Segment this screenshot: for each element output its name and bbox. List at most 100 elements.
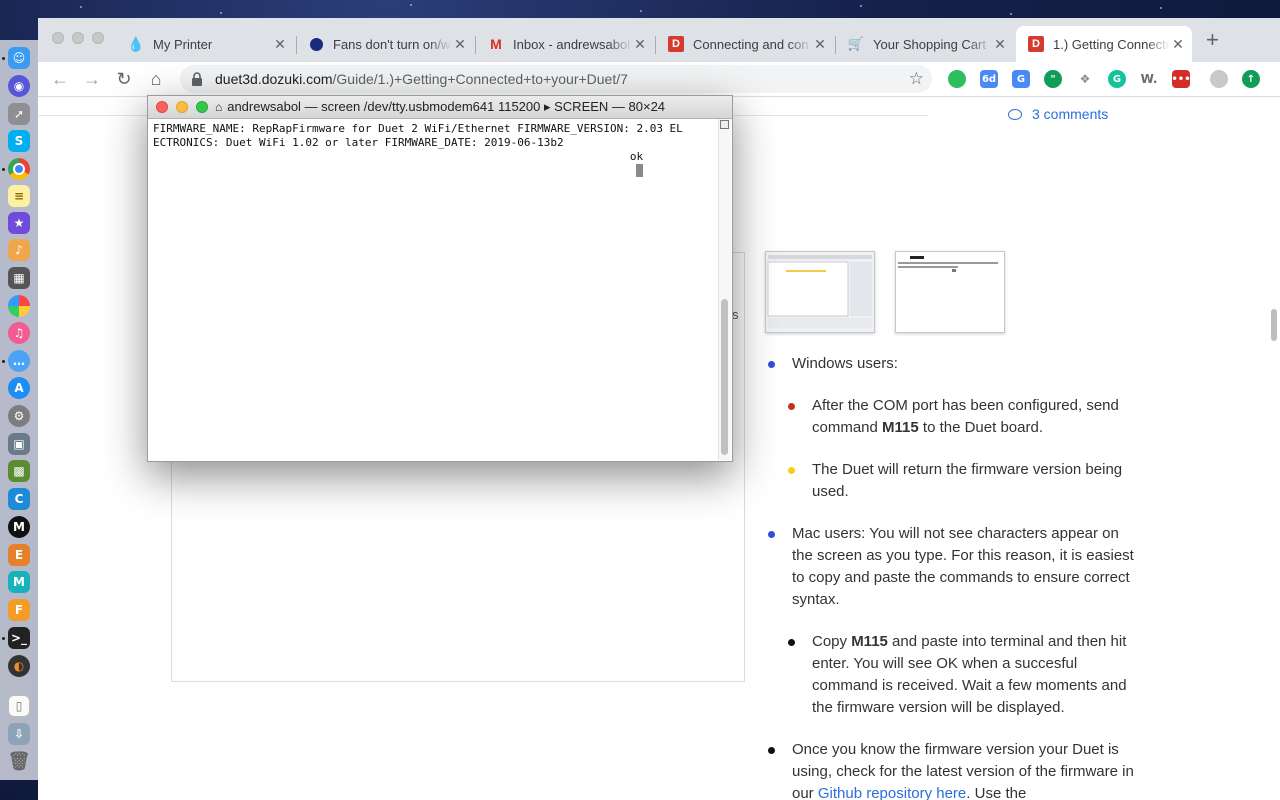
makerbot-icon[interactable]: M: [8, 516, 30, 538]
siri-icon[interactable]: ◉: [8, 75, 30, 97]
minimize-window-button[interactable]: [72, 32, 84, 44]
launchpad-icon[interactable]: ➚: [8, 103, 30, 125]
dozuki-icon: D: [1028, 36, 1044, 52]
terminal-output[interactable]: FIRMWARE_NAME: RepRapFirmware for Duet 2…: [153, 122, 713, 457]
command-text: M115: [851, 633, 888, 650]
terminal-line: FIRMWARE_NAME: RepRapFirmware for Duet 2…: [153, 122, 683, 135]
forward-icon[interactable]: →: [80, 67, 104, 91]
bullet-dot-icon: [788, 467, 795, 474]
step-bullet: The Duet will return the firmware versio…: [788, 459, 1138, 503]
close-tab-icon[interactable]: ✕: [1170, 36, 1186, 53]
browser-toolbar: ← → ↻ ⌂ duet3d.dozuki.com/Guide/1.)+Gett…: [38, 62, 1280, 97]
comment-bubble-icon: [1008, 108, 1022, 120]
dropbox-icon[interactable]: ❖: [1076, 70, 1094, 88]
dock: ☺ ◉ ➚ S ≡ ★ ♪ ▦ ♫ … A ⚙ ▣ ▩ C M E M F >_…: [0, 40, 39, 780]
preview-icon[interactable]: ▣: [8, 433, 30, 455]
notes-icon[interactable]: ≡: [8, 185, 30, 207]
hangouts-icon[interactable]: ": [1044, 70, 1062, 88]
cura-icon[interactable]: C: [8, 488, 30, 510]
close-tab-icon[interactable]: ✕: [812, 36, 828, 53]
step-thumbnail-2[interactable]: [895, 251, 1005, 333]
grammarly-icon[interactable]: G: [1108, 70, 1126, 88]
tab-inbox[interactable]: M Inbox - andrewsabol ✕: [476, 26, 654, 62]
zoom-window-button[interactable]: [92, 32, 104, 44]
terminal-scrollbar[interactable]: [718, 119, 731, 460]
close-window-button[interactable]: [52, 32, 64, 44]
terminal-line: ECTRONICS: Duet WiFi 1.02 or later FIRMW…: [153, 136, 564, 149]
dozuki-icon: D: [668, 36, 684, 52]
bookmark-star-icon[interactable]: ☆: [909, 69, 924, 89]
tab-getting-connected[interactable]: D 1.) Getting Connecte ✕: [1016, 26, 1192, 62]
home-icon[interactable]: ⌂: [144, 67, 168, 91]
garageband-icon[interactable]: ♪: [8, 239, 30, 261]
terminal-line: ok: [153, 150, 644, 163]
close-button[interactable]: [156, 101, 168, 113]
lock-icon: [192, 72, 202, 86]
address-bar[interactable]: duet3d.dozuki.com/Guide/1.)+Getting+Conn…: [180, 65, 932, 93]
step-bullet: After the COM port has been configured, …: [788, 395, 1138, 439]
step-bullet: Copy M115 and paste into terminal and th…: [788, 631, 1138, 719]
skype-icon[interactable]: S: [8, 130, 30, 152]
downloads-icon[interactable]: ⇩: [8, 723, 30, 745]
eagle-icon[interactable]: E: [8, 544, 30, 566]
maya-icon[interactable]: M: [8, 571, 30, 593]
scroll-thumb[interactable]: [721, 299, 728, 455]
step-text: The Duet will return the firmware versio…: [812, 461, 1123, 500]
reload-icon[interactable]: ↻: [112, 67, 136, 91]
bullet-dot-icon: [788, 639, 795, 646]
bullet-dot-icon: [768, 747, 775, 754]
page-scrollbar[interactable]: [1271, 309, 1277, 341]
terminal-title: andrewsabol — screen /dev/tty.usbmodem64…: [227, 99, 666, 114]
calculator-icon[interactable]: ▦: [8, 267, 30, 289]
new-tab-button[interactable]: +: [1206, 29, 1219, 51]
messages-icon[interactable]: …: [8, 350, 30, 372]
minecraft-icon[interactable]: ▩: [8, 460, 30, 482]
comments-link[interactable]: 3 comments: [1008, 106, 1108, 122]
document-icon[interactable]: ▯: [8, 695, 30, 717]
tab-connecting[interactable]: D Connecting and con ✕: [656, 26, 834, 62]
app-store-icon[interactable]: A: [8, 377, 30, 399]
droplet-icon: 💧: [127, 35, 145, 52]
scroll-menu-icon[interactable]: [720, 120, 729, 129]
close-tab-icon[interactable]: ✕: [992, 36, 1008, 53]
terminal-cursor: [636, 164, 644, 177]
profile-icon[interactable]: [1210, 70, 1228, 88]
url-host: duet3d.dozuki.com: [215, 71, 333, 87]
step-text: Windows users:: [792, 355, 898, 372]
trash-icon[interactable]: 🗑: [8, 750, 31, 772]
close-tab-icon[interactable]: ✕: [452, 36, 468, 53]
step-bullet: Mac users: You will not see characters a…: [768, 523, 1138, 611]
wikipedia-icon[interactable]: W.: [1140, 70, 1158, 88]
bullet-dot-icon: [768, 531, 775, 538]
step-text: Copy: [812, 633, 852, 650]
evernote-icon[interactable]: [948, 70, 966, 88]
finder-icon[interactable]: ☺: [8, 47, 30, 69]
back-icon[interactable]: ←: [48, 67, 72, 91]
bullet-dot-icon: [788, 403, 795, 410]
zoom-button[interactable]: [196, 101, 208, 113]
system-preferences-icon[interactable]: ⚙: [8, 405, 30, 427]
music-icon[interactable]: ♫: [8, 322, 30, 344]
fusion-icon[interactable]: F: [8, 599, 30, 621]
url-path: /Guide/1.)+Getting+Connected+to+your+Due…: [332, 71, 628, 87]
tab-fans[interactable]: Fans don't turn on/w ✕: [296, 26, 474, 62]
close-tab-icon[interactable]: ✕: [272, 36, 288, 53]
chrome-icon[interactable]: [8, 158, 30, 180]
tab-shopping-cart[interactable]: 🛒 Your Shopping Cart ✕: [836, 26, 1014, 62]
terminal-titlebar[interactable]: ⌂ andrewsabol — screen /dev/tty.usbmodem…: [148, 96, 732, 119]
minimize-button[interactable]: [176, 101, 188, 113]
blender-icon[interactable]: ◐: [8, 655, 30, 677]
tab-my-printer[interactable]: 💧 My Printer ✕: [116, 26, 294, 62]
bullet-dot-icon: [768, 361, 775, 368]
imovie-icon[interactable]: ★: [8, 212, 30, 234]
lastpass-icon[interactable]: •••: [1171, 70, 1191, 88]
close-tab-icon[interactable]: ✕: [632, 36, 648, 53]
step-thumbnail-1[interactable]: [765, 251, 875, 333]
photos-icon[interactable]: [8, 295, 30, 317]
translate-icon[interactable]: G: [1012, 70, 1030, 88]
update-icon[interactable]: ↑: [1242, 70, 1260, 88]
github-repository-link[interactable]: Github repository here: [818, 785, 966, 800]
gmail-icon: M: [490, 36, 502, 52]
terminal-icon[interactable]: >_: [8, 627, 30, 649]
calendar-icon[interactable]: 6d: [980, 70, 998, 88]
